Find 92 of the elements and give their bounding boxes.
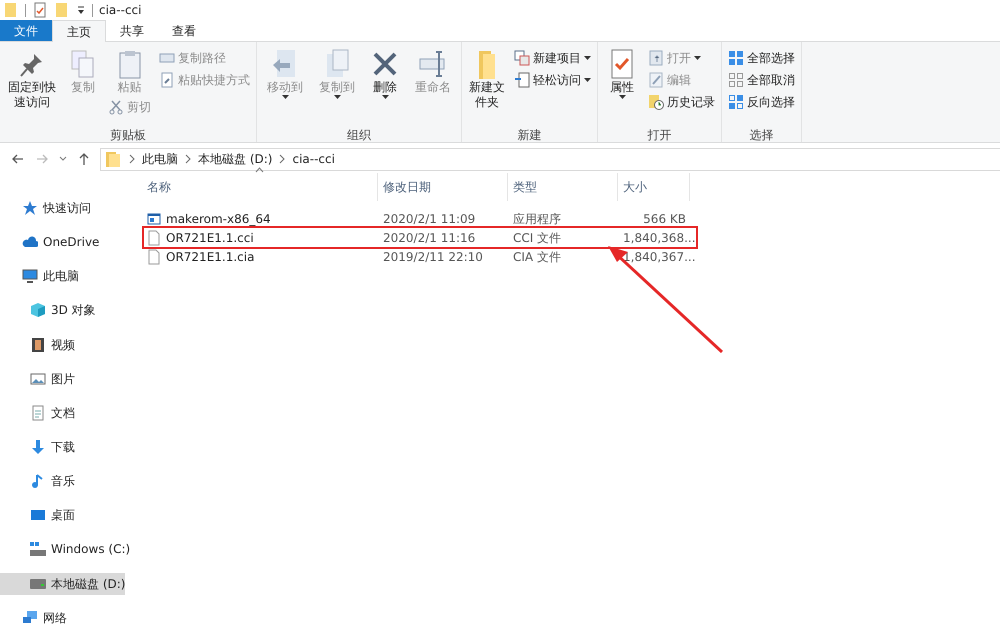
file-date: 2020/2/1 11:09: [382, 210, 476, 228]
file-size: 566 KB: [642, 210, 687, 228]
column-header[interactable]: 大小: [618, 173, 690, 201]
address-bar[interactable]: 此电脑 本地磁盘 (D:) cia--cci: [100, 148, 1000, 170]
folder-icon: [104, 150, 122, 168]
breadcrumb-link[interactable]: 本地磁盘 (D:): [198, 150, 272, 168]
ribbon-button[interactable]: 全部选择: [725, 48, 798, 68]
scissors-icon: [108, 99, 124, 115]
caret-icon: [382, 95, 388, 100]
network-icon: [22, 610, 38, 626]
sidebar-item[interactable]: 下载: [0, 436, 75, 458]
document-icon: [30, 404, 46, 421]
caret-icon: [584, 56, 591, 60]
caret-icon: [334, 95, 340, 100]
file-type: CIA 文件: [512, 248, 562, 266]
ribbon-button[interactable]: 反向选择: [725, 92, 798, 112]
breadcrumb-link[interactable]: 此电脑: [142, 150, 178, 168]
file-name: OR721E1.1.cci: [166, 230, 254, 246]
folder-icon: [54, 2, 70, 18]
file-row[interactable]: OR721E1.1.cci 2020/2/1 11:16 CCI 文件 1,840,368...: [144, 228, 696, 247]
caret-icon: [584, 78, 591, 82]
new-item-icon: [514, 50, 530, 66]
file-icon: [147, 230, 161, 246]
history-icon: [648, 94, 664, 110]
ribbon-button[interactable]: 删除: [364, 46, 406, 102]
sidebar-item[interactable]: 3D 对象: [0, 299, 96, 322]
file-date: 2019/2/11 22:10: [382, 248, 484, 266]
file-name: makerom-x86_64: [166, 210, 271, 228]
caret-icon: [282, 95, 288, 100]
column-header[interactable]: 名称: [142, 173, 378, 201]
ribbon-button[interactable]: 历史记录: [645, 92, 718, 112]
star-icon: [22, 200, 38, 216]
group-label: 组织: [346, 128, 372, 142]
shortcut-icon: [159, 72, 175, 88]
ribbon-tab[interactable]: 共享: [106, 20, 158, 41]
ribbon-button[interactable]: 全部取消: [725, 70, 798, 90]
download-arrow-icon: [30, 438, 46, 455]
select-all-icon: [728, 50, 744, 66]
chevron-right-icon: [184, 154, 192, 164]
select-none-icon: [728, 72, 744, 88]
chevron-right-icon: [278, 154, 286, 164]
chevron-right-icon: [128, 154, 136, 164]
ribbon-button[interactable]: 属性: [601, 46, 643, 102]
ribbon-button[interactable]: 轻松访问: [511, 70, 594, 90]
file-type: CCI 文件: [512, 230, 562, 246]
breadcrumb-link[interactable]: cia--cci: [292, 150, 335, 168]
sidebar-item[interactable]: 本地磁盘 (D:): [0, 572, 126, 595]
sidebar-item[interactable]: 视频: [0, 334, 75, 356]
column-header[interactable]: 类型: [508, 173, 618, 201]
cube-icon: [30, 302, 46, 318]
file-icon: [147, 248, 161, 264]
file-row[interactable]: makerom-x86_64 2020/2/1 11:09 应用程序 566 KB: [144, 209, 696, 228]
invert-selection-icon: [728, 94, 744, 110]
ribbon-button[interactable]: 新建文件夹: [465, 46, 509, 112]
group-label: 新建: [516, 128, 542, 142]
group-label: 选择: [748, 128, 774, 142]
film-icon: [30, 336, 46, 353]
image-icon: [30, 370, 46, 387]
ribbon-button[interactable]: 新建项目: [511, 48, 594, 68]
sidebar-item[interactable]: OneDrive: [0, 231, 100, 254]
drive-icon: [30, 541, 46, 558]
sidebar-item[interactable]: Windows (C:): [0, 538, 130, 560]
application-icon: [147, 212, 161, 226]
column-header[interactable]: 修改日期: [378, 173, 508, 201]
file-type: 应用程序: [512, 210, 562, 228]
file-size: 1,840,368...: [622, 230, 692, 246]
ribbon-tab[interactable]: 主页: [52, 20, 106, 42]
file-menu-tab[interactable]: 文件: [0, 20, 52, 41]
sidebar-item[interactable]: 快速访问: [0, 197, 91, 219]
file-name: OR721E1.1.cia: [166, 248, 254, 266]
monitor-icon: [22, 268, 38, 284]
ribbon-tab[interactable]: 查看: [158, 20, 210, 41]
sidebar-item[interactable]: 桌面: [0, 504, 75, 526]
sort-caret-icon: [255, 167, 264, 173]
folder-icon: [3, 2, 19, 18]
group-label: 剪贴板: [109, 128, 147, 142]
file-size: 1,840,367...: [622, 248, 692, 266]
window-title: cia--cci: [99, 2, 142, 19]
caret-icon: [618, 95, 626, 100]
ribbon-button[interactable]: 固定到快速访问: [3, 46, 61, 112]
open-icon: [648, 50, 664, 66]
file-date: 2020/2/1 11:16: [382, 230, 476, 246]
group-label: 打开: [646, 128, 672, 142]
edit-icon: [648, 72, 664, 88]
file-row[interactable]: OR721E1.1.cia 2019/2/11 22:10 CIA 文件 1,840,367...: [144, 247, 696, 266]
sidebar-item[interactable]: 文档: [0, 402, 75, 424]
sidebar-item[interactable]: 音乐: [0, 470, 75, 492]
sidebar-item[interactable]: 此电脑: [0, 265, 79, 288]
caret-icon: [694, 56, 701, 60]
properties-icon: [32, 2, 48, 18]
sidebar-item[interactable]: 图片: [0, 368, 75, 390]
sidebar-item[interactable]: 网络: [0, 606, 67, 629]
